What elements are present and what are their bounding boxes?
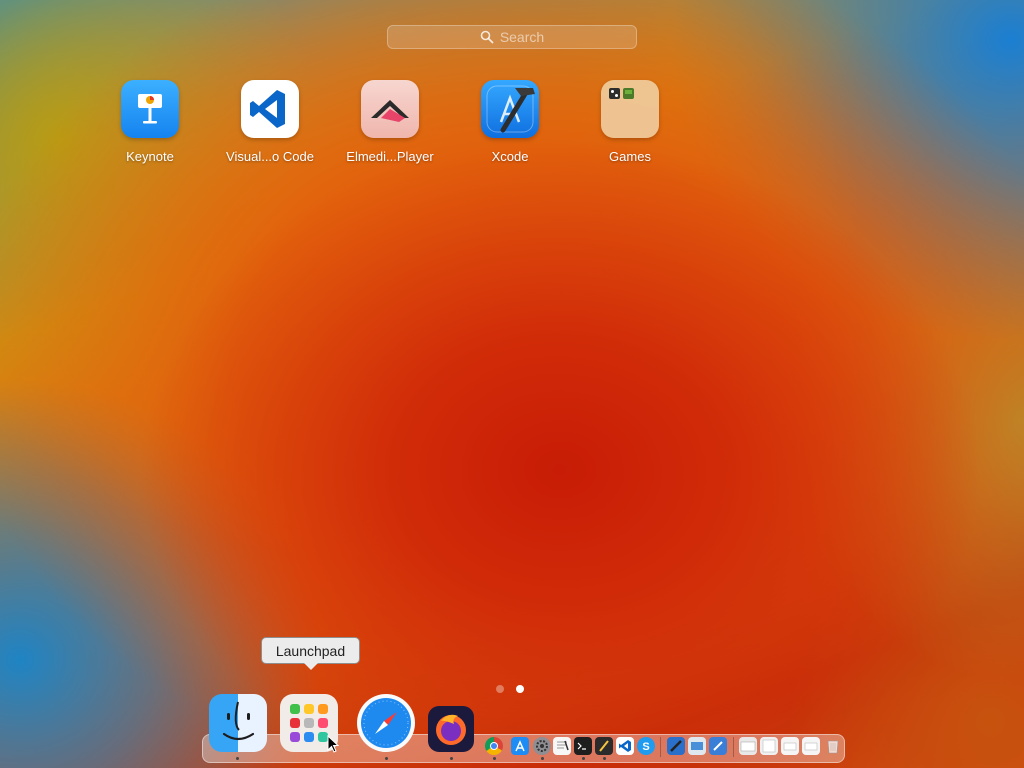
search-placeholder: Search [499,29,545,45]
app-elmedia-player[interactable]: Elmedi...Player [335,80,445,164]
firefox-icon[interactable] [428,706,474,752]
keynote-icon [121,80,179,138]
system-settings-icon[interactable] [533,737,551,755]
app-label: Keynote [126,149,174,164]
script-editor-icon[interactable] [595,737,613,755]
skype-icon[interactable]: S [637,737,655,755]
app-vscode[interactable]: Visual...o Code [215,80,325,164]
search-field[interactable]: Search [387,25,637,49]
app-label: Elmedi...Player [346,149,434,164]
chrome-running-dot [493,757,496,760]
dock-separator [660,737,661,757]
preview-icon[interactable] [688,737,706,755]
script-editor-running-dot [603,757,606,760]
page-dot-2-active[interactable] [516,685,524,693]
app-xcode[interactable]: Xcode [455,80,565,164]
app-keynote[interactable]: Keynote [95,80,205,164]
xcode-icon [481,80,539,138]
search-icon [480,30,494,44]
tooltip-arrow [304,663,318,670]
window-icon[interactable] [802,737,820,755]
safari-running-dot [385,757,388,760]
elmedia-player-icon [361,80,419,138]
firefox-running-dot [450,757,453,760]
xcode-instruments-icon[interactable] [709,737,727,755]
textedit-icon[interactable] [553,737,571,755]
mouse-cursor-icon [327,735,339,753]
chrome-icon[interactable] [485,737,503,755]
launchpad-tooltip: Launchpad [261,637,360,664]
xcode-tool-icon[interactable] [667,737,685,755]
app-label: Games [609,149,651,164]
settings-running-dot [541,757,544,760]
app-store-icon[interactable] [511,737,529,755]
trash-icon[interactable] [824,737,842,755]
app-games-folder[interactable]: Games [575,80,685,164]
dock-separator [733,737,734,757]
finder-running-dot [236,757,239,760]
app-label: Xcode [491,149,529,164]
screenshot-icon[interactable] [760,737,778,755]
games-folder-icon [601,80,659,138]
svg-text:S: S [642,741,649,753]
vscode-icon [241,80,299,138]
safari-icon[interactable] [357,694,415,752]
page-dot-1[interactable] [496,685,504,693]
terminal-icon[interactable] [574,737,592,755]
finder-icon[interactable] [209,694,267,752]
vscode-icon[interactable] [616,737,634,755]
app-label: Visual...o Code [226,149,314,164]
terminal-running-dot [582,757,585,760]
finder-window-icon[interactable] [739,737,757,755]
document-icon[interactable] [781,737,799,755]
